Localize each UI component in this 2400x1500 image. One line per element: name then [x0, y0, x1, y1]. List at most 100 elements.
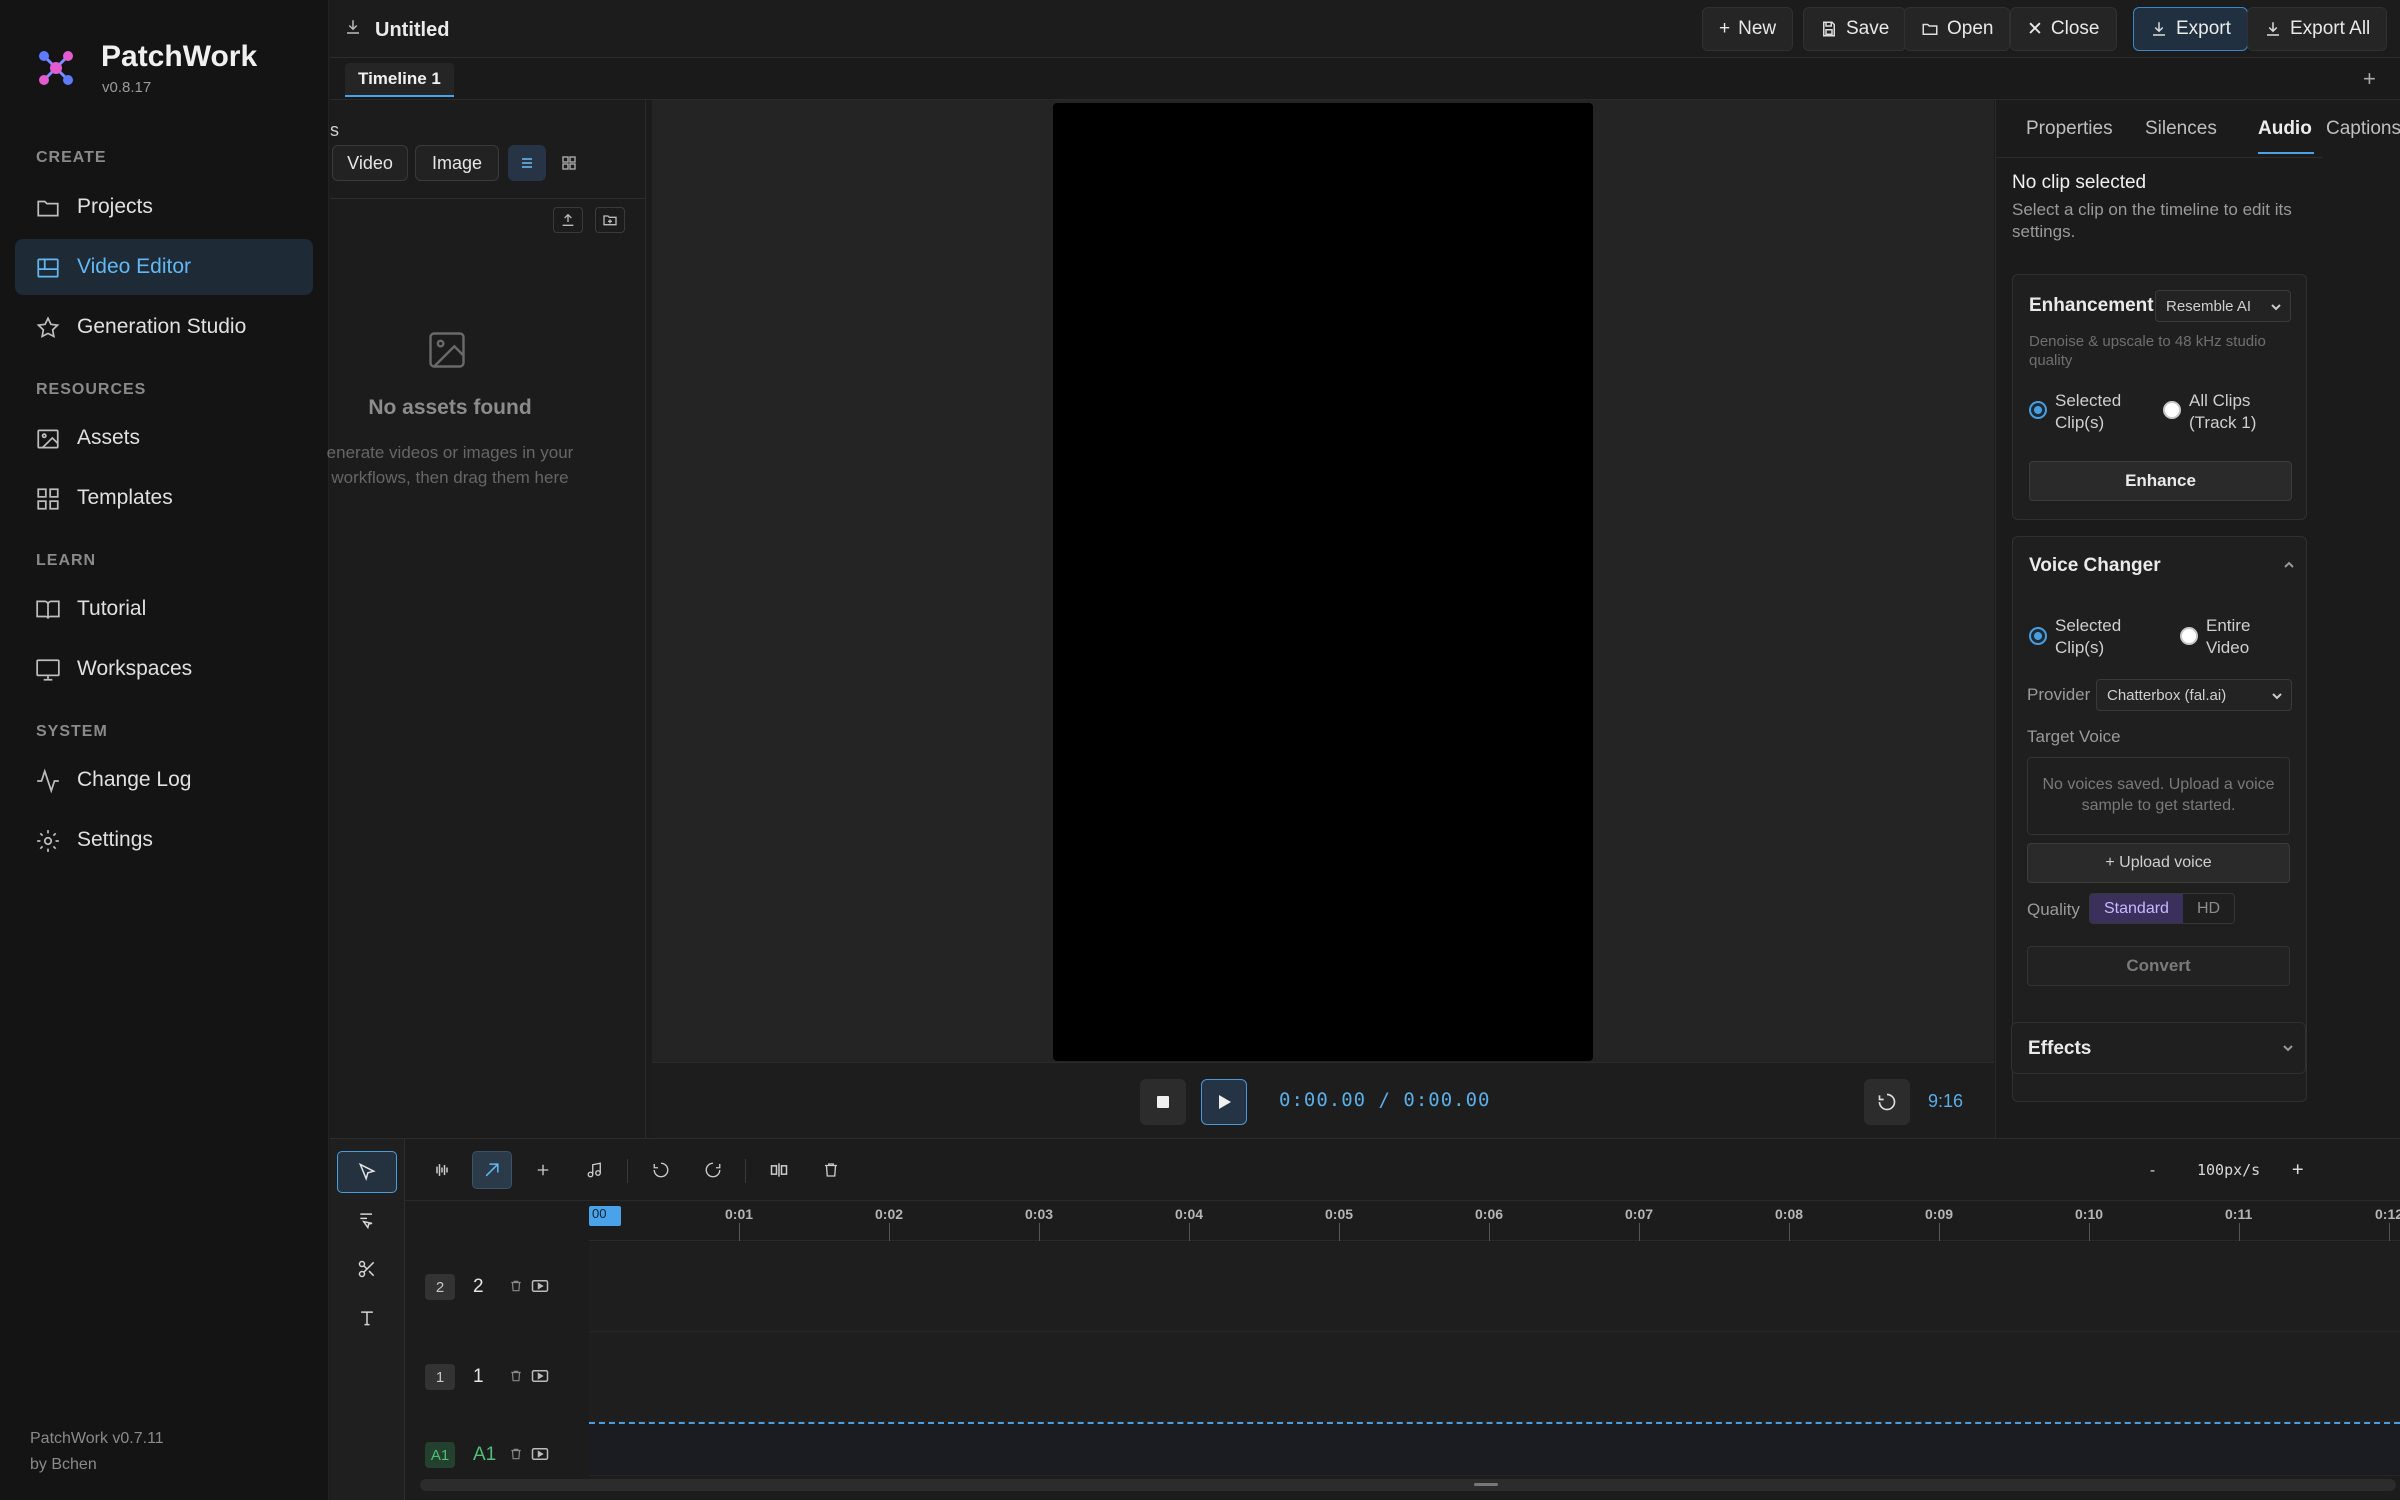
sidebar-item-video-editor[interactable]: Video Editor — [15, 239, 313, 295]
upload-voice-button[interactable]: + Upload voice — [2027, 843, 2290, 883]
waveform-icon — [432, 1160, 452, 1180]
export-all-button[interactable]: Export All — [2247, 7, 2388, 51]
sidebar-item-projects[interactable]: Projects — [15, 179, 313, 235]
enhance-button[interactable]: Enhance — [2029, 461, 2292, 501]
sidebar-item-templates[interactable]: Templates — [15, 470, 313, 526]
track-lane-a1[interactable] — [589, 1424, 2400, 1476]
scroll-grip[interactable] — [1474, 1483, 1498, 1486]
plus-icon — [534, 1161, 552, 1179]
zoom-out-button[interactable]: - — [2148, 1161, 2157, 1179]
voice-selected-clips-radio[interactable] — [2029, 627, 2047, 645]
add-timeline-button[interactable]: + — [2363, 66, 2376, 92]
tab-audio[interactable]: Audio — [2258, 118, 2312, 140]
close-label: Close — [2050, 18, 2100, 39]
filter-video[interactable]: Video — [332, 145, 408, 181]
add-audio-track-button[interactable] — [575, 1151, 615, 1189]
track-name[interactable]: 2 — [473, 1276, 484, 1298]
track-visibility-button[interactable] — [529, 1364, 551, 1388]
add-track-button[interactable] — [523, 1151, 563, 1189]
timeline-tabs: Timeline 1 + — [330, 58, 2400, 100]
timeline-ruler[interactable]: 0:01 0:02 0:03 0:04 0:05 0:06 0:07 0:08 0:09 0:10… — [589, 1201, 2400, 1241]
playhead[interactable]: 00 — [589, 1206, 621, 1226]
sidebar-item-workspaces[interactable]: Workspaces — [15, 641, 313, 697]
aspect-ratio-button[interactable]: 9:16 — [1928, 1091, 1963, 1112]
enhance-all-clips-radio[interactable] — [2163, 401, 2181, 419]
tab-captions[interactable]: Captions — [2326, 118, 2400, 140]
upload-asset-button[interactable] — [553, 207, 583, 233]
redo-button[interactable] — [693, 1151, 733, 1189]
timeline-scrollbar[interactable] — [420, 1479, 2396, 1491]
document-title[interactable]: Untitled — [375, 19, 449, 42]
sidebar-item-settings[interactable]: Settings — [15, 812, 313, 868]
delete-track-button[interactable] — [505, 1442, 527, 1466]
track-badge: 1 — [425, 1364, 455, 1390]
sidebar-item-label: Generation Studio — [77, 315, 247, 338]
sidebar-item-label: Workspaces — [77, 657, 193, 680]
top-bar: Untitled + New Save Open ✕ Close Export Ex… — [330, 0, 2400, 58]
empty-state-description: enerate videos or images in your workflo… — [326, 443, 574, 487]
track-name[interactable]: 1 — [473, 1366, 484, 1388]
track-lane-2[interactable] — [589, 1242, 2400, 1332]
chevron-down-icon — [2270, 301, 2282, 313]
sidebar-item-label: Assets — [77, 426, 141, 449]
split-icon — [769, 1160, 789, 1180]
tab-timeline-1[interactable]: Timeline 1 — [345, 63, 454, 97]
track-visibility-button[interactable] — [529, 1442, 551, 1466]
enhancement-card: Enhancement Resemble AI Denoise & upscal… — [2012, 274, 2307, 520]
ruler-tick — [1189, 1223, 1190, 1241]
sidebar-item-label: Projects — [77, 195, 153, 218]
convert-button[interactable]: Convert — [2027, 946, 2290, 986]
export-button[interactable]: Export — [2133, 7, 2248, 51]
sidebar-item-change-log[interactable]: Change Log — [15, 752, 313, 808]
play-button[interactable] — [1201, 1079, 1247, 1125]
list-view-button[interactable] — [508, 145, 546, 181]
voice-provider-select[interactable]: Chatterbox (fal.ai) — [2096, 679, 2292, 711]
stop-button[interactable] — [1140, 1079, 1186, 1125]
quality-hd[interactable]: HD — [2183, 894, 2234, 923]
text-tool-button[interactable] — [337, 1297, 397, 1339]
undo-button[interactable] — [641, 1151, 681, 1189]
video-track-icon — [531, 1446, 549, 1462]
filter-image[interactable]: Image — [415, 145, 499, 181]
delete-track-button[interactable] — [505, 1364, 527, 1388]
track-lane-1[interactable] — [589, 1332, 2400, 1422]
delete-track-button[interactable] — [505, 1274, 527, 1298]
zoom-in-button[interactable]: + — [2292, 1158, 2303, 1180]
select-tool-button[interactable] — [337, 1151, 397, 1193]
sidebar: PatchWork v0.8.17 CREATE Projects Video … — [0, 0, 329, 1500]
voice-entire-video-radio[interactable] — [2180, 627, 2198, 645]
app-version: v0.8.17 — [102, 79, 152, 96]
chevron-up-icon[interactable] — [2283, 559, 2295, 571]
multi-select-tool-button[interactable] — [337, 1199, 397, 1241]
enhance-selected-clips-radio[interactable] — [2029, 401, 2047, 419]
split-button[interactable] — [759, 1151, 799, 1189]
enhancement-provider-select[interactable]: Resemble AI — [2155, 290, 2291, 322]
new-button[interactable]: + New — [1702, 7, 1794, 51]
delete-button[interactable] — [811, 1151, 851, 1189]
section-title-system: SYSTEM — [36, 723, 108, 740]
track-visibility-button[interactable] — [529, 1274, 551, 1298]
trash-icon — [509, 1446, 523, 1462]
save-button[interactable]: Save — [1803, 7, 1907, 51]
sidebar-item-assets[interactable]: Assets — [15, 410, 313, 466]
close-button[interactable]: ✕ Close — [2010, 7, 2117, 51]
new-folder-button[interactable] — [595, 207, 625, 233]
ruler-tick — [1789, 1223, 1790, 1241]
cut-tool-button[interactable] — [337, 1248, 397, 1290]
ruler-tick — [1639, 1223, 1640, 1241]
export-all-label: Export All — [2290, 18, 2371, 39]
track-name[interactable]: A1 — [473, 1444, 496, 1466]
quality-standard[interactable]: Standard — [2090, 894, 2183, 923]
ripple-tool-button[interactable] — [472, 1151, 512, 1189]
grid-view-button[interactable] — [550, 145, 588, 181]
effects-card[interactable]: Effects — [2011, 1022, 2306, 1074]
rotate-icon — [1877, 1092, 1897, 1112]
tab-silences[interactable]: Silences — [2145, 118, 2217, 140]
sidebar-item-generation-studio[interactable]: Generation Studio — [15, 299, 313, 355]
sidebar-item-tutorial[interactable]: Tutorial — [15, 581, 313, 637]
waveform-button[interactable] — [422, 1151, 462, 1189]
tab-properties[interactable]: Properties — [2026, 118, 2113, 140]
loop-button[interactable] — [1864, 1079, 1910, 1125]
video-canvas[interactable] — [1053, 103, 1593, 1061]
open-button[interactable]: Open — [1904, 7, 2011, 51]
